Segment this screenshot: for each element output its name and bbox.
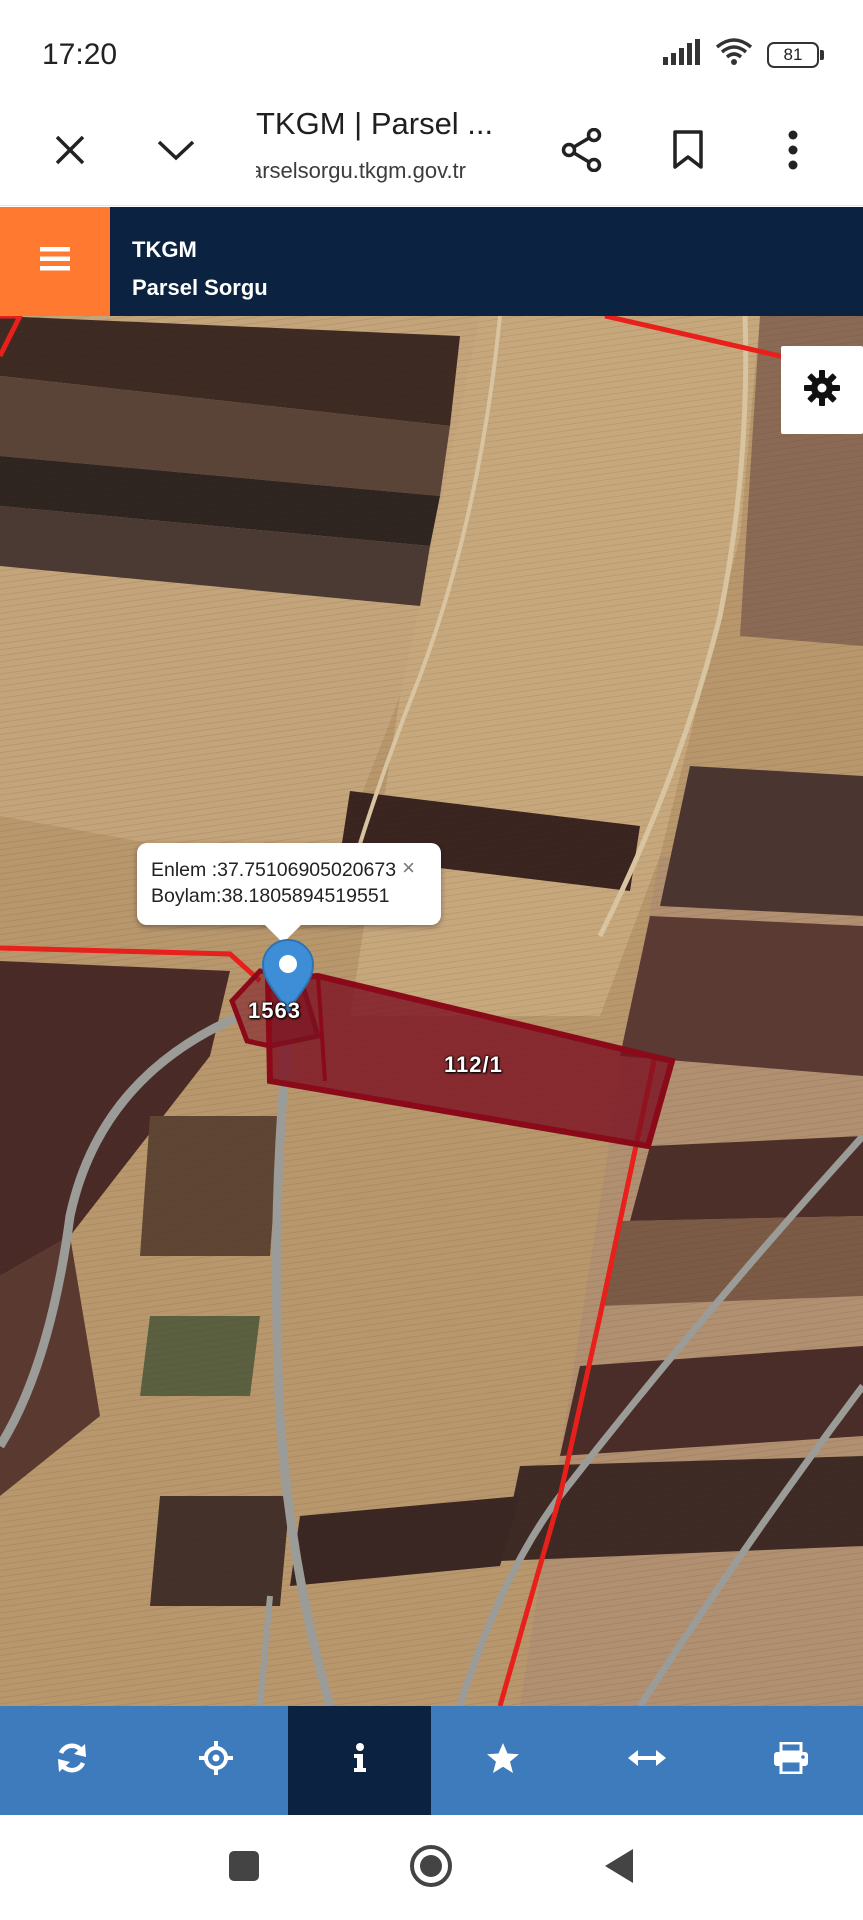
latitude-text: Enlem :37.75106905020673 (151, 859, 397, 881)
info-icon (353, 1743, 367, 1778)
url-text[interactable]: parselsorgu.tkgm.gov.tr (256, 158, 466, 184)
share-icon (561, 127, 603, 177)
battery-indicator: 81 (767, 41, 824, 68)
wifi-icon (715, 38, 753, 71)
square-icon (228, 1850, 260, 1887)
page-title[interactable]: TKGM | Parsel ... (256, 106, 493, 142)
app-header: TKGM Parsel Sorgu (0, 207, 863, 316)
gear-icon (804, 369, 840, 411)
menu-button[interactable] (0, 207, 110, 316)
chevron-down-icon (156, 138, 196, 167)
popup-close-button[interactable]: × (402, 857, 415, 879)
share-button[interactable] (552, 122, 612, 182)
system-nav-bar (0, 1815, 863, 1920)
measure-icon (628, 1749, 667, 1772)
locate-button[interactable] (144, 1706, 288, 1815)
bookmark-button[interactable] (658, 122, 718, 182)
bottom-toolbar (0, 1706, 863, 1815)
back-triangle-icon (603, 1848, 635, 1889)
browser-toolbar: TKGM | Parsel ... parselsorgu.tkgm.gov.t… (0, 100, 863, 206)
signal-icon (663, 39, 701, 70)
status-bar: 17:20 81 (0, 0, 863, 100)
crosshair-icon (198, 1741, 233, 1780)
recents-button[interactable] (217, 1841, 271, 1895)
back-button[interactable] (592, 1841, 646, 1895)
parcel-label-neighbor: 1563 (248, 998, 301, 1023)
longitude-text: Boylam:38.1805894519551 (151, 885, 390, 907)
more-menu-button[interactable] (763, 122, 823, 182)
favorites-button[interactable] (431, 1706, 575, 1815)
print-button[interactable] (719, 1706, 863, 1815)
close-icon (54, 134, 86, 171)
status-time: 17:20 (42, 38, 118, 71)
refresh-icon (55, 1741, 89, 1780)
hamburger-icon (40, 247, 70, 276)
bookmark-icon (672, 129, 704, 175)
measure-button[interactable] (575, 1706, 719, 1815)
home-circle-icon (409, 1844, 453, 1893)
close-tab-button[interactable] (40, 122, 100, 182)
refresh-button[interactable] (0, 1706, 144, 1815)
coordinate-popup: Enlem :37.75106905020673 Boylam:38.18058… (137, 843, 441, 943)
status-icons: 81 (663, 38, 824, 71)
parcel-label-selected: 112/1 (444, 1052, 503, 1077)
home-button[interactable] (404, 1841, 458, 1895)
print-icon (773, 1741, 809, 1779)
app-title: TKGM (132, 237, 197, 262)
map-view[interactable]: Enlem :37.75106905020673 Boylam:38.18058… (0, 316, 863, 1706)
expand-button[interactable] (146, 122, 206, 182)
star-icon (486, 1742, 520, 1779)
app-subtitle: Parsel Sorgu (132, 275, 268, 300)
more-vert-icon (787, 130, 799, 175)
map-settings-button[interactable] (781, 346, 863, 434)
info-button[interactable] (287, 1706, 432, 1815)
satellite-imagery (0, 316, 863, 1706)
